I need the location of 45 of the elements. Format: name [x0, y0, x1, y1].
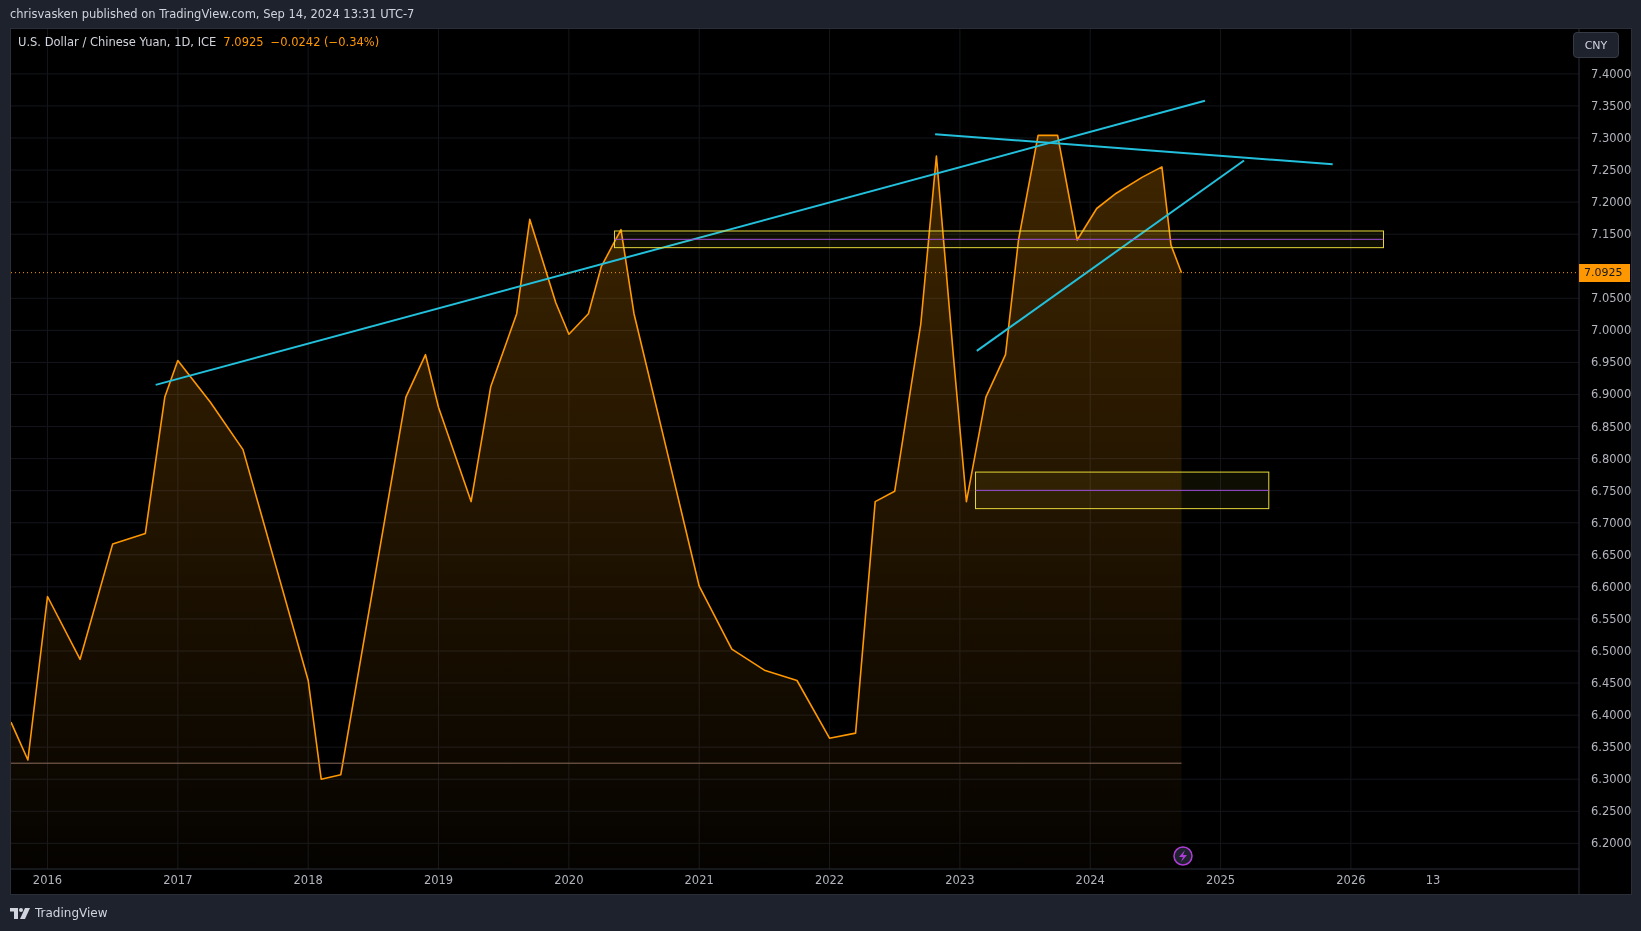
- logo-icon: [10, 907, 30, 919]
- time-axis-label: 2018: [293, 873, 323, 887]
- price-axis-label: 7.0000: [1591, 323, 1631, 338]
- lightning-icon[interactable]: [1173, 846, 1193, 866]
- price-axis-label: 6.8000: [1591, 451, 1631, 466]
- price-axis-label: 7.1500: [1591, 227, 1631, 242]
- price-axis-label: 6.6500: [1591, 547, 1631, 562]
- price-axis-label: 7.0500: [1591, 291, 1631, 306]
- price-axis-label: 7.3500: [1591, 98, 1631, 113]
- price-axis-label: 7.2000: [1591, 195, 1631, 210]
- price-axis-label: 6.2500: [1591, 804, 1631, 819]
- price-axis-label: 6.4500: [1591, 676, 1631, 691]
- time-axis-label: 2017: [163, 873, 193, 887]
- price-axis-label: 6.5000: [1591, 644, 1631, 658]
- time-axis-label: 2025: [1205, 873, 1236, 887]
- publisher-caption: chrisvasken published on TradingView.com, Sep 14, 2024 13:31 UTC-7: [9, 6, 416, 23]
- price-axis-label: 6.7000: [1591, 515, 1631, 530]
- price-axis-label: 6.3500: [1591, 740, 1631, 755]
- time-axis-label: 2020: [554, 873, 584, 887]
- price-axis-label: 6.2000: [1591, 836, 1631, 851]
- time-axis-label: 2023: [945, 873, 975, 887]
- price-axis-label: 6.6000: [1591, 579, 1631, 594]
- price-axis-label: 6.4000: [1591, 708, 1631, 723]
- time-axis-label: 2024: [1075, 873, 1105, 887]
- time-axis-label: 2022: [814, 873, 845, 887]
- price-axis-label: 6.9500: [1591, 355, 1631, 370]
- time-axis-label: 2021: [684, 873, 714, 887]
- time-axis-label: 2016: [32, 873, 63, 887]
- currency-button[interactable]: CNY: [1573, 32, 1619, 58]
- price-axis-label: 7.3000: [1591, 131, 1631, 145]
- time-axis-label: 2026: [1336, 873, 1366, 887]
- current-price-tag: 7.0925: [1579, 263, 1630, 282]
- symbol-title: U.S. Dollar / Chinese Yuan, 1D, ICE: [18, 35, 217, 49]
- time-axis-label: 13: [1425, 873, 1441, 887]
- last-price: 7.0925: [223, 35, 264, 49]
- time-axis-label: 2019: [423, 873, 454, 887]
- price-axis-label: 6.5500: [1591, 611, 1631, 626]
- price-change: −0.0242 (−0.34%): [270, 35, 380, 49]
- price-axis-label: 6.3000: [1591, 772, 1631, 787]
- price-axis-label: 7.2500: [1591, 163, 1631, 178]
- price-axis-label: 6.8500: [1591, 419, 1631, 434]
- logo-text: TradingView: [35, 906, 108, 920]
- price-axis-label: 6.7500: [1591, 483, 1631, 498]
- price-axis-label: 6.9000: [1591, 387, 1631, 402]
- price-axis-label: 7.4000: [1591, 66, 1631, 81]
